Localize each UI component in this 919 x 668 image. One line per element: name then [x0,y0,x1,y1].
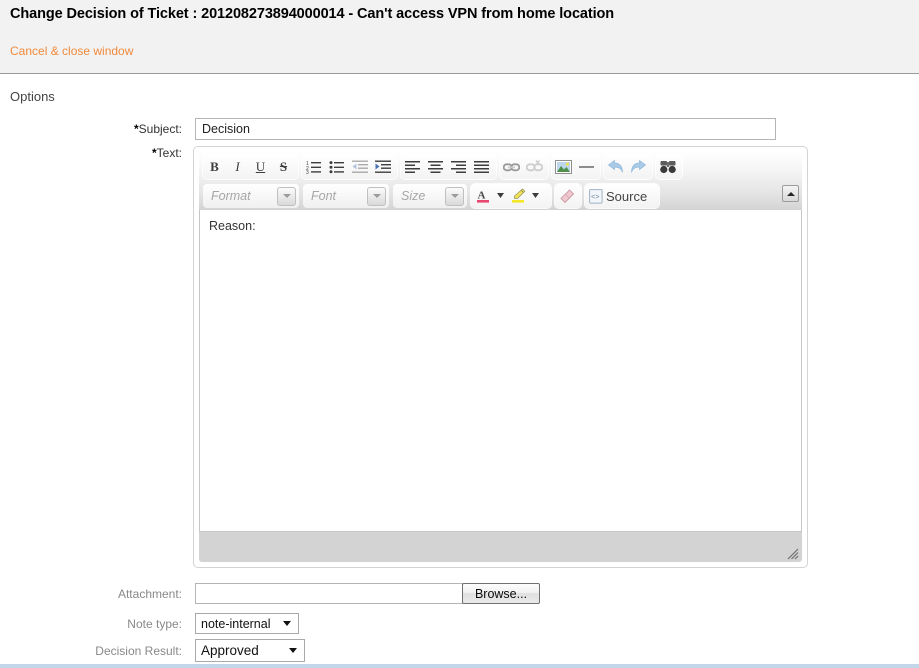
source-code-icon: <> [589,189,603,204]
underline-icon[interactable]: U [249,156,272,178]
toolbar-group-basic-styles: B I U S [203,155,298,179]
page-header: Change Decision of Ticket : 201208273894… [0,0,919,74]
source-button-label: Source [606,189,647,204]
toolbar-row-2: Format Font Size A [199,181,802,210]
toolbar-group-history [604,155,652,179]
format-combo-label: Format [203,189,277,203]
redo-icon[interactable] [627,156,650,178]
toolbar-group-remove-format [555,184,581,208]
svg-text:<>: <> [591,194,599,202]
text-color-icon[interactable]: A [471,185,495,207]
find-icon[interactable] [656,156,679,178]
toolbar-group-insert [552,155,600,179]
subject-label-text: Subject: [139,122,182,136]
align-left-icon[interactable] [401,156,424,178]
editor-content-area[interactable]: Reason: [199,210,802,532]
editor-inner: B I U S 1 2 3 [199,152,802,562]
note-type-label: Note type: [60,617,182,631]
format-combo[interactable]: Format [203,184,299,208]
toolbar-group-align [401,155,496,179]
options-section-label: Options [10,89,55,104]
note-type-select[interactable]: note-internal [195,613,299,634]
justify-icon[interactable] [470,156,493,178]
background-color-icon[interactable] [506,185,530,207]
indent-icon[interactable] [371,156,394,178]
chevron-down-icon [277,187,296,206]
source-button[interactable]: <> Source [587,185,653,207]
editor-toolbar: B I U S 1 2 3 [199,152,802,210]
editor-body-text: Reason: [209,219,256,233]
rich-text-editor: B I U S 1 2 3 [193,146,808,568]
chevron-down-icon [367,187,386,206]
toolbar-group-links [500,155,548,179]
editor-resize-handle[interactable] [785,546,799,560]
browse-button[interactable]: Browse... [462,583,540,604]
toolbar-group-source: <> Source [585,184,659,208]
toolbar-row-1: B I U S 1 2 3 [199,152,802,181]
chevron-down-icon [283,621,291,626]
toolbar-group-paragraph: 1 2 3 [302,155,397,179]
toolbar-collapse-button[interactable] [782,185,799,202]
attachment-label: Attachment: [60,587,182,601]
bold-icon[interactable]: B [203,156,226,178]
text-color-dropdown-icon[interactable] [495,185,506,207]
decision-result-selected-value: Approved [196,643,289,658]
page-title: Change Decision of Ticket : 201208273894… [10,6,614,22]
undo-icon[interactable] [604,156,627,178]
numbered-list-icon[interactable]: 1 2 3 [302,156,325,178]
decision-result-select[interactable]: Approved [195,639,305,662]
cancel-close-window-link[interactable]: Cancel & close window [10,44,133,58]
chevron-down-icon [289,648,297,653]
attachment-input[interactable] [195,583,463,604]
note-type-selected-value: note-internal [196,617,283,631]
subject-label: *Subject: [60,122,182,136]
size-combo-label: Size [393,189,445,203]
bottom-accent-bar [0,664,919,668]
font-combo-label: Font [303,189,367,203]
unlink-icon[interactable] [523,156,546,178]
strikethrough-icon[interactable]: S [272,156,295,178]
subject-input[interactable] [195,118,776,140]
horizontal-rule-icon[interactable] [575,156,598,178]
chevron-down-icon [445,187,464,206]
toolbar-group-colors: A [471,184,551,208]
link-icon[interactable] [500,156,523,178]
size-combo[interactable]: Size [393,184,467,208]
text-label: *Text: [60,146,182,160]
remove-format-icon[interactable] [555,185,578,207]
chevron-up-icon [787,192,795,196]
align-right-icon[interactable] [447,156,470,178]
toolbar-group-find [656,155,682,179]
background-color-dropdown-icon[interactable] [530,185,541,207]
font-combo[interactable]: Font [303,184,389,208]
bulleted-list-icon[interactable] [325,156,348,178]
italic-icon[interactable]: I [226,156,249,178]
text-label-text: Text: [157,146,182,160]
decision-result-label: Decision Result: [60,644,182,658]
svg-text:3: 3 [306,170,309,174]
svg-text:A: A [477,190,485,202]
outdent-icon[interactable] [348,156,371,178]
editor-footer [199,532,802,562]
align-center-icon[interactable] [424,156,447,178]
image-icon[interactable] [552,156,575,178]
